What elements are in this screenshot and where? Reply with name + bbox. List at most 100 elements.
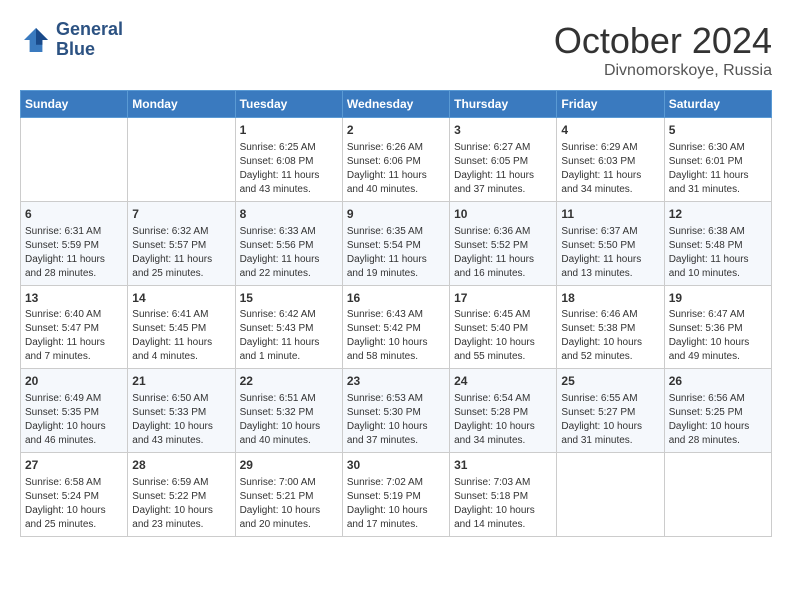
day-info: Sunrise: 6:43 AMSunset: 5:42 PMDaylight:… [347, 308, 445, 364]
day-info: Sunrise: 7:00 AMSunset: 5:21 PMDaylight:… [240, 476, 338, 532]
day-info: Sunrise: 6:27 AMSunset: 6:05 PMDaylight:… [454, 141, 552, 197]
weekday-header-monday: Monday [128, 91, 235, 118]
week-row-5: 27 Sunrise: 6:58 AMSunset: 5:24 PMDayligh… [21, 453, 772, 537]
weekday-header-friday: Friday [557, 91, 664, 118]
day-info: Sunrise: 6:29 AMSunset: 6:03 PMDaylight:… [561, 141, 659, 197]
day-cell [557, 453, 664, 537]
week-row-3: 13Sunrise: 6:40 AMSunset: 5:47 PMDayligh… [21, 285, 772, 369]
day-cell: 28 Sunrise: 6:59 AMSunset: 5:22 PMDayligh… [128, 453, 235, 537]
day-number: 27 [25, 457, 123, 474]
day-info: Sunrise: 6:53 AMSunset: 5:30 PMDaylight:… [347, 392, 445, 448]
day-number: 23 [347, 373, 445, 390]
day-info: Sunrise: 6:31 AMSunset: 5:59 PMDaylight:… [25, 225, 123, 281]
weekday-header-thursday: Thursday [450, 91, 557, 118]
day-info: Sunrise: 6:56 AMSunset: 5:25 PMDaylight:… [669, 392, 767, 448]
day-number: 8 [240, 206, 338, 223]
day-cell: 3 Sunrise: 6:27 AMSunset: 6:05 PMDaylight… [450, 118, 557, 202]
day-info: Sunrise: 6:30 AMSunset: 6:01 PMDaylight:… [669, 141, 767, 197]
day-info: Sunrise: 6:51 AMSunset: 5:32 PMDaylight:… [240, 392, 338, 448]
day-number: 9 [347, 206, 445, 223]
day-cell: 14Sunrise: 6:41 AMSunset: 5:45 PMDayligh… [128, 285, 235, 369]
day-cell: 11Sunrise: 6:37 AMSunset: 5:50 PMDayligh… [557, 201, 664, 285]
day-cell: 16Sunrise: 6:43 AMSunset: 5:42 PMDayligh… [342, 285, 449, 369]
day-number: 30 [347, 457, 445, 474]
day-cell: 5 Sunrise: 6:30 AMSunset: 6:01 PMDaylight… [664, 118, 771, 202]
day-info: Sunrise: 6:45 AMSunset: 5:40 PMDaylight:… [454, 308, 552, 364]
day-info: Sunrise: 6:36 AMSunset: 5:52 PMDaylight:… [454, 225, 552, 281]
day-number: 21 [132, 373, 230, 390]
week-row-4: 20Sunrise: 6:49 AMSunset: 5:35 PMDayligh… [21, 369, 772, 453]
day-number: 5 [669, 122, 767, 139]
day-cell: 17Sunrise: 6:45 AMSunset: 5:40 PMDayligh… [450, 285, 557, 369]
week-row-1: 1 Sunrise: 6:25 AMSunset: 6:08 PMDaylight… [21, 118, 772, 202]
day-cell: 20Sunrise: 6:49 AMSunset: 5:35 PMDayligh… [21, 369, 128, 453]
day-info: Sunrise: 6:49 AMSunset: 5:35 PMDaylight:… [25, 392, 123, 448]
title-block: October 2024 Divnomorskoye, Russia [554, 20, 772, 80]
day-number: 15 [240, 290, 338, 307]
weekday-header-sunday: Sunday [21, 91, 128, 118]
day-number: 22 [240, 373, 338, 390]
day-cell: 25 Sunrise: 6:55 AMSunset: 5:27 PMDayligh… [557, 369, 664, 453]
day-cell: 1 Sunrise: 6:25 AMSunset: 6:08 PMDaylight… [235, 118, 342, 202]
day-number: 13 [25, 290, 123, 307]
day-number: 14 [132, 290, 230, 307]
weekday-header-tuesday: Tuesday [235, 91, 342, 118]
day-cell: 13Sunrise: 6:40 AMSunset: 5:47 PMDayligh… [21, 285, 128, 369]
day-cell: 2 Sunrise: 6:26 AMSunset: 6:06 PMDaylight… [342, 118, 449, 202]
page-header: General Blue October 2024 Divnomorskoye,… [20, 20, 772, 80]
weekday-header-wednesday: Wednesday [342, 91, 449, 118]
day-number: 1 [240, 122, 338, 139]
day-number: 25 [561, 373, 659, 390]
day-info: Sunrise: 6:33 AMSunset: 5:56 PMDaylight:… [240, 225, 338, 281]
day-info: Sunrise: 6:59 AMSunset: 5:22 PMDaylight:… [132, 476, 230, 532]
day-info: Sunrise: 6:55 AMSunset: 5:27 PMDaylight:… [561, 392, 659, 448]
day-info: Sunrise: 6:35 AMSunset: 5:54 PMDaylight:… [347, 225, 445, 281]
day-info: Sunrise: 6:46 AMSunset: 5:38 PMDaylight:… [561, 308, 659, 364]
logo: General Blue [20, 20, 123, 60]
day-info: Sunrise: 6:50 AMSunset: 5:33 PMDaylight:… [132, 392, 230, 448]
day-number: 28 [132, 457, 230, 474]
weekday-header-saturday: Saturday [664, 91, 771, 118]
day-cell: 29 Sunrise: 7:00 AMSunset: 5:21 PMDayligh… [235, 453, 342, 537]
day-number: 12 [669, 206, 767, 223]
logo-line2: Blue [56, 40, 123, 60]
location: Divnomorskoye, Russia [554, 62, 772, 80]
day-cell [664, 453, 771, 537]
day-cell: 15Sunrise: 6:42 AMSunset: 5:43 PMDayligh… [235, 285, 342, 369]
day-number: 3 [454, 122, 552, 139]
day-info: Sunrise: 6:40 AMSunset: 5:47 PMDaylight:… [25, 308, 123, 364]
day-number: 6 [25, 206, 123, 223]
day-info: Sunrise: 6:58 AMSunset: 5:24 PMDaylight:… [25, 476, 123, 532]
day-info: Sunrise: 6:38 AMSunset: 5:48 PMDaylight:… [669, 225, 767, 281]
day-number: 4 [561, 122, 659, 139]
day-number: 10 [454, 206, 552, 223]
day-cell: 19Sunrise: 6:47 AMSunset: 5:36 PMDayligh… [664, 285, 771, 369]
day-number: 2 [347, 122, 445, 139]
day-cell: 10 Sunrise: 6:36 AMSunset: 5:52 PMDayligh… [450, 201, 557, 285]
day-number: 16 [347, 290, 445, 307]
day-info: Sunrise: 7:03 AMSunset: 5:18 PMDaylight:… [454, 476, 552, 532]
day-number: 29 [240, 457, 338, 474]
day-cell: 23 Sunrise: 6:53 AMSunset: 5:30 PMDayligh… [342, 369, 449, 453]
calendar-table: SundayMondayTuesdayWednesdayThursdayFrid… [20, 90, 772, 537]
day-cell [128, 118, 235, 202]
day-cell: 22 Sunrise: 6:51 AMSunset: 5:32 PMDayligh… [235, 369, 342, 453]
day-info: Sunrise: 6:25 AMSunset: 6:08 PMDaylight:… [240, 141, 338, 197]
day-info: Sunrise: 6:54 AMSunset: 5:28 PMDaylight:… [454, 392, 552, 448]
day-number: 24 [454, 373, 552, 390]
day-cell: 27 Sunrise: 6:58 AMSunset: 5:24 PMDayligh… [21, 453, 128, 537]
day-number: 31 [454, 457, 552, 474]
day-cell: 31 Sunrise: 7:03 AMSunset: 5:18 PMDayligh… [450, 453, 557, 537]
day-cell: 24 Sunrise: 6:54 AMSunset: 5:28 PMDayligh… [450, 369, 557, 453]
day-cell: 7 Sunrise: 6:32 AMSunset: 5:57 PMDaylight… [128, 201, 235, 285]
day-cell: 12 Sunrise: 6:38 AMSunset: 5:48 PMDayligh… [664, 201, 771, 285]
day-info: Sunrise: 6:37 AMSunset: 5:50 PMDaylight:… [561, 225, 659, 281]
day-info: Sunrise: 6:32 AMSunset: 5:57 PMDaylight:… [132, 225, 230, 281]
day-number: 18 [561, 290, 659, 307]
day-cell: 4 Sunrise: 6:29 AMSunset: 6:03 PMDaylight… [557, 118, 664, 202]
day-number: 7 [132, 206, 230, 223]
day-cell: 6 Sunrise: 6:31 AMSunset: 5:59 PMDaylight… [21, 201, 128, 285]
logo-icon [20, 24, 52, 56]
day-info: Sunrise: 6:26 AMSunset: 6:06 PMDaylight:… [347, 141, 445, 197]
day-cell: 26Sunrise: 6:56 AMSunset: 5:25 PMDayligh… [664, 369, 771, 453]
